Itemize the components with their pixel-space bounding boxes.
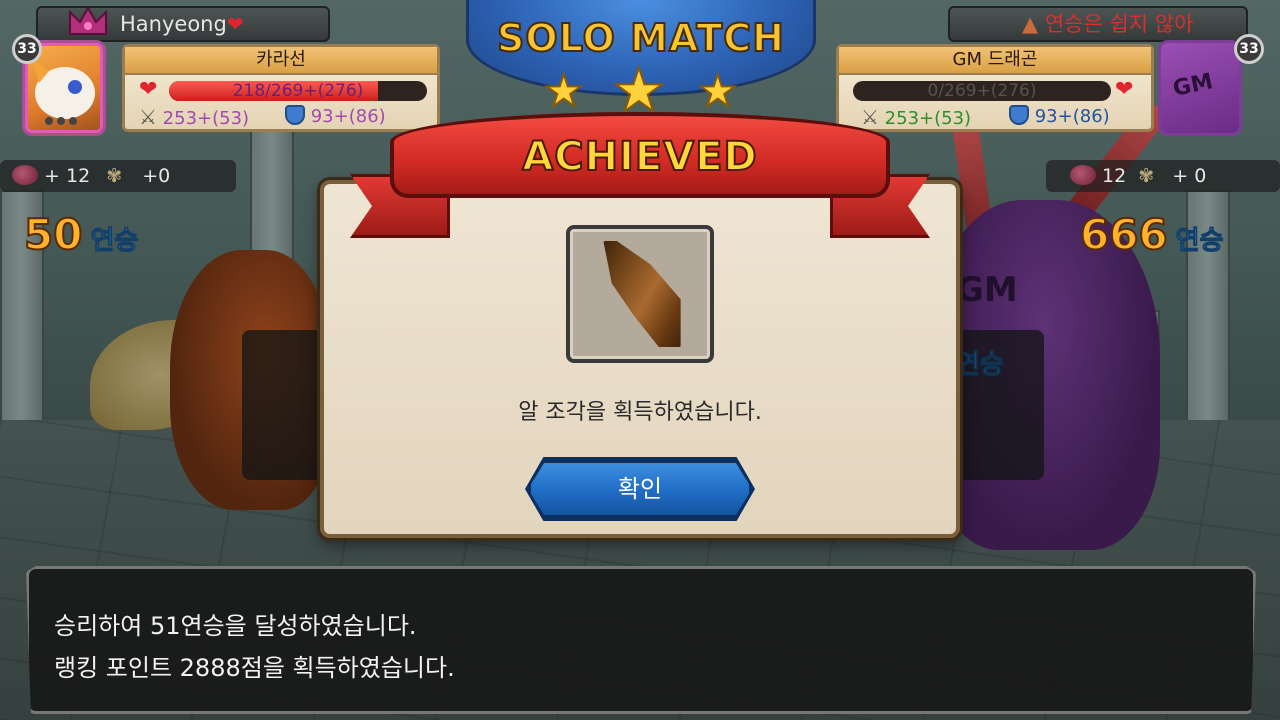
right-streak: 666 연승 — [1079, 209, 1224, 260]
left-rewards-strip: + 12 ✾ +0 — [0, 160, 236, 192]
left-dragon-name: 카라선 — [125, 47, 437, 75]
mode-title: SOLO MATCH — [496, 15, 785, 61]
right-dragon-name: GM 드래곤 — [839, 47, 1151, 75]
right-attack-row: ⚔ 253+(53) — [861, 105, 971, 131]
right-hp-text: 0/269+(276) — [927, 81, 1037, 101]
shield-icon — [1009, 105, 1029, 125]
right-dragon-portrait[interactable]: GM — [1158, 40, 1242, 136]
left-streak-label: 연승 — [90, 226, 139, 257]
left-attack-value: 253+(53) — [162, 108, 250, 129]
left-feather-count: +0 — [142, 165, 171, 187]
right-rewards-strip: 12 ✾ + 0 — [1046, 160, 1280, 192]
sword-icon: ⚔ — [139, 105, 157, 129]
egg-piece-icon — [12, 165, 38, 185]
right-feather-count: + 0 — [1172, 165, 1207, 187]
confirm-button[interactable]: 확인 — [528, 460, 752, 518]
right-defense-value: 93+(86) — [1034, 106, 1110, 127]
right-status-tab: ▲ 연승은 쉽지 않아 — [948, 6, 1248, 42]
feather-icon: ✾ — [1138, 165, 1155, 187]
feather-icon: ✾ — [106, 165, 123, 187]
reward-message: 알 조각을 획득하였습니다. — [518, 400, 762, 425]
result-line-streak: 승리하여 51연승을 달성하였습니다. — [54, 612, 417, 640]
star-icon: ★ — [697, 65, 738, 118]
left-username: Hanyeong — [120, 12, 227, 36]
right-attack-value: 253+(53) — [884, 108, 972, 129]
right-portrait-text: GM — [1170, 69, 1216, 102]
sword-icon: ⚔ — [861, 105, 879, 129]
shield-icon — [285, 105, 305, 125]
warning-triangle-icon: ▲ — [1022, 12, 1039, 36]
right-streak-count: 666 — [1079, 209, 1169, 260]
left-level-badge: 33 — [12, 34, 42, 64]
star-icon: ★ — [543, 65, 584, 118]
hp-heart-icon: ❤ — [139, 77, 158, 102]
right-defense-row: 93+(86) — [1009, 105, 1110, 129]
right-hp-bar: 0/269+(276) — [853, 81, 1111, 101]
crown-icon — [69, 5, 107, 35]
achieved-title: ACHIEVED — [521, 133, 758, 181]
left-hp-bar: 218/269+(276) — [169, 81, 427, 101]
left-egg-count: + 12 — [44, 165, 91, 187]
reward-item-frame — [566, 225, 714, 363]
right-stat-panel: GM 드래곤 0/269+(276) ❤ ⚔ 253+(53) 93+(86) — [836, 44, 1154, 132]
left-defense-row: 93+(86) — [285, 105, 386, 129]
left-streak-count: 50 — [23, 209, 83, 260]
egg-shard-icon — [603, 241, 681, 347]
left-hp-text: 218/269+(276) — [232, 81, 364, 101]
egg-piece-icon — [1070, 165, 1096, 185]
right-egg-count: 12 — [1102, 165, 1127, 187]
left-defense-value: 93+(86) — [310, 106, 386, 127]
heart-icon: ❤ — [226, 12, 244, 36]
right-status-text: 연승은 쉽지 않아 — [1044, 12, 1194, 36]
right-level-badge: 33 — [1234, 34, 1264, 64]
left-stat-panel: 카라선 ❤ 218/269+(276) ⚔ 253+(53) 93+(86) — [122, 44, 440, 132]
left-streak: 50 연승 — [23, 209, 139, 260]
hp-heart-icon: ❤ — [1115, 77, 1134, 102]
left-attack-row: ⚔ 253+(53) — [139, 105, 249, 131]
result-line-ranking: 랭킹 포인트 2888점을 획득하였습니다. — [54, 654, 455, 682]
right-streak-label: 연승 — [1175, 226, 1224, 257]
